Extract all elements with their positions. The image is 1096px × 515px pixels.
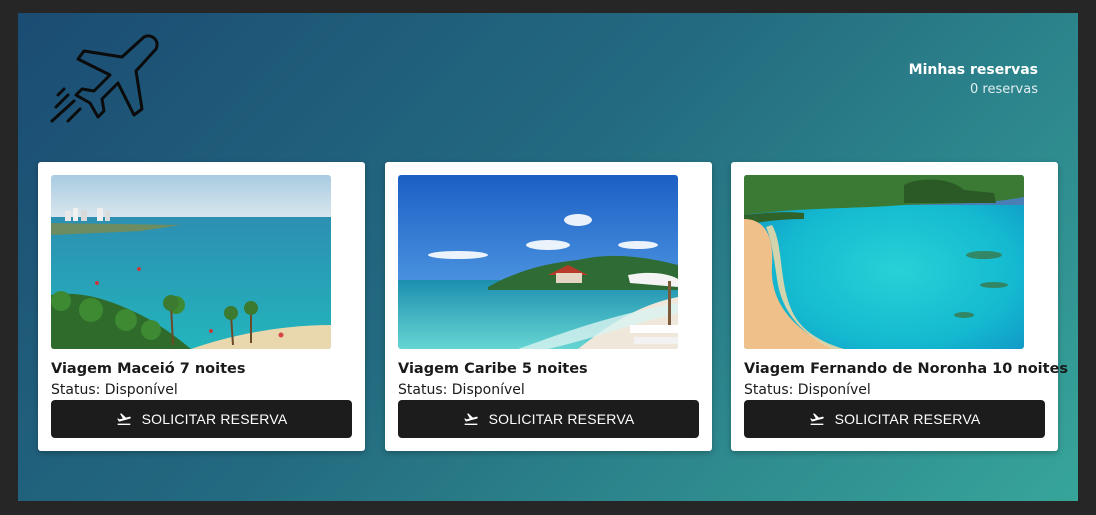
trip-image [398,175,678,349]
request-reservation-button[interactable]: SOLICITAR RESERVA [744,400,1045,438]
reservations-count: 0 reservas [969,82,1038,97]
trip-name: Viagem Fernando de Noronha 10 noites [744,361,1069,377]
request-reservation-label: SOLICITAR RESERVA [488,411,635,427]
request-reservation-label: SOLICITAR RESERVA [834,411,981,427]
trip-card: Viagem Maceió 7 noites Status: Disponíve… [38,162,365,451]
flight-takeoff-icon [116,413,131,425]
trip-image [51,175,331,349]
request-reservation-button[interactable]: SOLICITAR RESERVA [51,400,352,438]
trip-image [744,175,1024,349]
my-reservations-title: Minhas reservas [908,62,1038,78]
page-background: Minhas reservas 0 reservas Viagem Maceió… [18,13,1078,501]
request-reservation-label: SOLICITAR RESERVA [141,411,288,427]
my-reservations[interactable]: Minhas reservas 0 reservas [909,62,1038,97]
trip-card: Viagem Fernando de Noronha 10 noites Sta… [731,162,1068,451]
trip-status: Status: Disponível [398,382,525,398]
trip-card: Viagem Caribe 5 noites Status: Disponíve… [385,162,712,451]
airplane-icon [50,34,159,123]
flight-takeoff-icon [809,413,824,425]
trip-status: Status: Disponível [51,382,178,398]
trip-name: Viagem Maceió 7 noites [51,361,246,377]
flight-takeoff-icon [463,413,478,425]
request-reservation-button[interactable]: SOLICITAR RESERVA [398,400,699,438]
trip-status: Status: Disponível [744,382,871,398]
trip-name: Viagem Caribe 5 noites [398,361,588,377]
